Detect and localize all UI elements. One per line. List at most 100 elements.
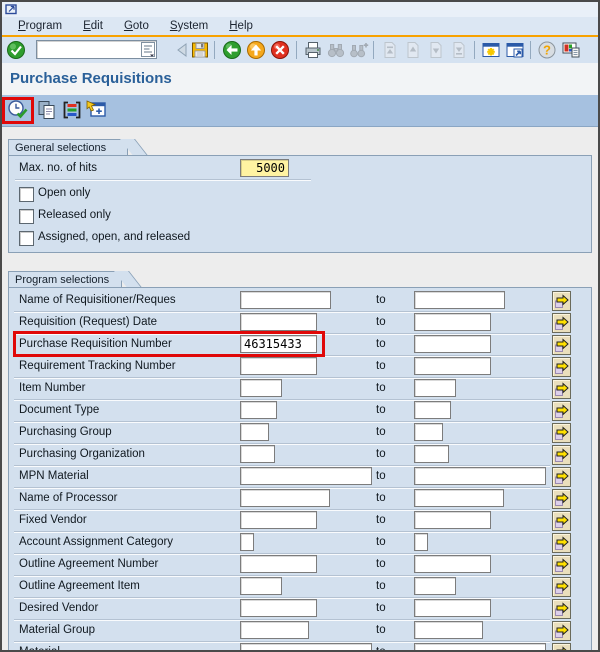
to-field[interactable] <box>414 335 491 353</box>
menu-item-help[interactable]: Help <box>229 20 253 32</box>
menu-item-program[interactable]: Program <box>18 20 62 32</box>
multiple-selection-button[interactable] <box>552 291 571 311</box>
from-field[interactable] <box>240 555 317 573</box>
to-label: to <box>376 316 386 328</box>
toolbar-separator <box>214 41 215 59</box>
checkbox[interactable] <box>19 187 34 202</box>
multiple-selection-button[interactable] <box>552 401 571 421</box>
selection-row: Purchase Requisition Number to <box>9 334 591 356</box>
to-field[interactable] <box>414 445 449 463</box>
to-field[interactable] <box>414 621 483 639</box>
save-button[interactable] <box>190 40 210 60</box>
selection-row: Purchasing Organization to <box>9 444 591 466</box>
menu-item-edit[interactable]: Edit <box>83 20 103 32</box>
multiple-selection-button[interactable] <box>552 313 571 333</box>
from-field[interactable] <box>240 445 275 463</box>
multiple-selection-button[interactable] <box>552 357 571 377</box>
from-field[interactable] <box>240 357 317 375</box>
to-field[interactable] <box>414 511 491 529</box>
print-button[interactable] <box>303 40 323 60</box>
general-selections-group: Max. no. of hits Open only Released only A… <box>8 155 592 253</box>
multiple-selection-button[interactable] <box>552 511 571 531</box>
to-field[interactable] <box>414 643 546 652</box>
multiple-selection-button[interactable] <box>552 445 571 465</box>
to-label: to <box>376 338 386 350</box>
to-field[interactable] <box>414 357 491 375</box>
multiple-selection-button[interactable] <box>552 643 571 652</box>
to-label: to <box>376 448 386 460</box>
selection-row-label: Desired Vendor <box>19 602 99 614</box>
collapse-command-field-button[interactable] <box>172 40 187 60</box>
selection-options-button[interactable] <box>61 99 83 121</box>
from-field[interactable] <box>240 335 317 353</box>
multiple-selection-button[interactable] <box>552 335 571 355</box>
exit-button[interactable] <box>246 40 266 60</box>
command-history-icon[interactable] <box>141 42 155 62</box>
row-divider <box>15 179 311 180</box>
enter-button[interactable] <box>6 40 26 60</box>
from-field[interactable] <box>240 423 269 441</box>
to-field[interactable] <box>414 379 456 397</box>
to-label: to <box>376 558 386 570</box>
toolbar-separator <box>474 41 475 59</box>
dynamic-selections-button[interactable] <box>85 99 107 121</box>
get-variant-button[interactable] <box>36 99 58 121</box>
from-field[interactable] <box>240 379 282 397</box>
customize-layout-button[interactable] <box>561 40 581 60</box>
to-field[interactable] <box>414 401 451 419</box>
selection-row-label: Requirement Tracking Number <box>19 360 176 372</box>
from-field[interactable] <box>240 313 317 331</box>
selection-row: Account Assignment Category to <box>9 532 591 554</box>
execute-button[interactable] <box>7 99 29 121</box>
from-field[interactable] <box>240 511 317 529</box>
multiple-selection-button[interactable] <box>552 423 571 443</box>
multiple-selection-button[interactable] <box>552 555 571 575</box>
multiple-selection-button[interactable] <box>552 577 571 597</box>
to-field[interactable] <box>414 555 491 573</box>
command-field[interactable] <box>38 42 144 57</box>
to-field[interactable] <box>414 291 505 309</box>
help-button[interactable]: ? <box>537 40 557 60</box>
selection-row: Desired Vendor to <box>9 598 591 620</box>
checkbox-row: Released only <box>9 206 591 228</box>
new-session-button[interactable] <box>481 40 501 60</box>
multiple-selection-button[interactable] <box>552 621 571 641</box>
multiple-selection-button[interactable] <box>552 489 571 509</box>
to-field[interactable] <box>414 313 491 331</box>
selection-row: Material to <box>9 642 591 652</box>
previous-page-button <box>403 40 423 60</box>
cancel-button[interactable] <box>270 40 290 60</box>
max-hits-field[interactable] <box>240 159 289 177</box>
multiple-selection-button[interactable] <box>552 533 571 553</box>
multiple-selection-button[interactable] <box>552 467 571 487</box>
to-field[interactable] <box>414 467 546 485</box>
to-field[interactable] <box>414 577 456 595</box>
to-field[interactable] <box>414 489 504 507</box>
create-shortcut-button[interactable] <box>505 40 525 60</box>
menu-item-goto[interactable]: Goto <box>124 20 149 32</box>
checkbox-label: Released only <box>38 209 111 221</box>
from-field[interactable] <box>240 489 330 507</box>
max-hits-label: Max. no. of hits <box>19 162 97 174</box>
to-label: to <box>376 360 386 372</box>
selection-row: Item Number to <box>9 378 591 400</box>
from-field[interactable] <box>240 533 254 551</box>
checkbox[interactable] <box>19 231 34 246</box>
from-field[interactable] <box>240 467 372 485</box>
checkbox-row: Assigned, open, and released <box>9 228 591 250</box>
back-button[interactable] <box>222 40 242 60</box>
from-field[interactable] <box>240 621 309 639</box>
to-field[interactable] <box>414 533 428 551</box>
from-field[interactable] <box>240 643 372 652</box>
menu-item-system[interactable]: System <box>170 20 208 32</box>
find-button <box>326 40 346 60</box>
to-field[interactable] <box>414 599 491 617</box>
from-field[interactable] <box>240 599 317 617</box>
from-field[interactable] <box>240 401 277 419</box>
to-field[interactable] <box>414 423 443 441</box>
from-field[interactable] <box>240 577 282 595</box>
from-field[interactable] <box>240 291 331 309</box>
multiple-selection-button[interactable] <box>552 379 571 399</box>
multiple-selection-button[interactable] <box>552 599 571 619</box>
checkbox[interactable] <box>19 209 34 224</box>
